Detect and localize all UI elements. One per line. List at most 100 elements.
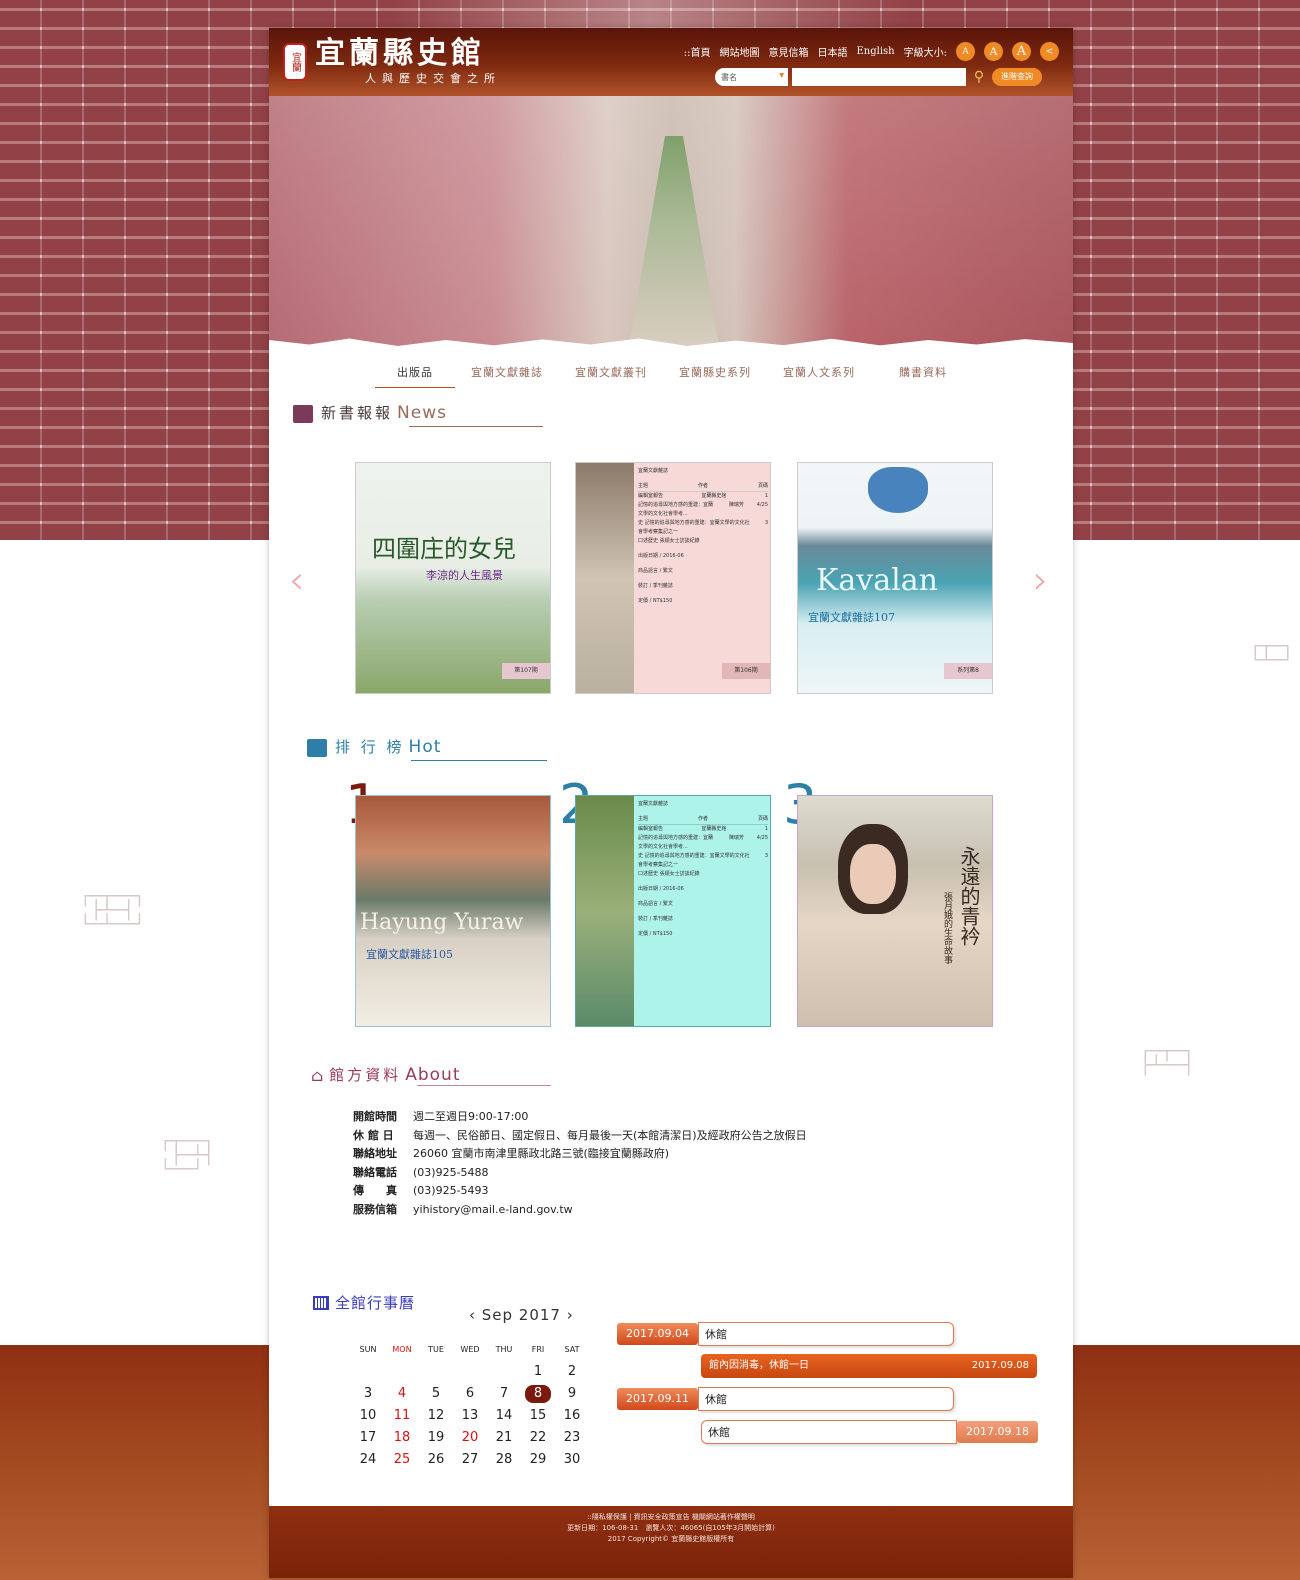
nav-home[interactable]: ::首頁 (684, 44, 711, 59)
book-cover[interactable]: 四圍庄的女兒 李涼的人生風景 第107期 (355, 462, 551, 694)
event-item[interactable]: 休館 2017.09.18 (701, 1420, 1038, 1444)
hot-title-en: Hot (408, 737, 442, 757)
calendar-day[interactable]: 24 (351, 1449, 385, 1471)
nav-japanese[interactable]: 日本語 (818, 44, 848, 59)
footer: ::隱私權保護 | 資訊安全政策宣告 機關網站著作權聲明 更新日期：106-08… (269, 1506, 1073, 1578)
book-detail-card[interactable]: 宜蘭文獻雜誌 主題 作者 頁碼 編輯室報告 宜蘭縣史館 1 記憶的追尋與地方感的重建：宜… (575, 795, 771, 1027)
calendar-day[interactable]: 1 (521, 1361, 555, 1383)
nav-english[interactable]: English (857, 46, 895, 57)
calendar-day[interactable]: 4 (385, 1383, 419, 1405)
tab-purchase[interactable]: 購書資料 (871, 364, 975, 388)
calendar-day[interactable]: 29 (521, 1449, 555, 1471)
book-thumbnail (576, 463, 634, 693)
search-icon[interactable]: ⚲ (970, 68, 988, 86)
detail-page: 4/25 (756, 835, 768, 841)
share-icon[interactable]: < (1040, 42, 1059, 61)
event-date: 2017.09.18 (957, 1421, 1038, 1443)
month-nav[interactable]: ‹ Sep 2017 › (469, 1306, 574, 1324)
calendar-day[interactable]: 13 (453, 1405, 487, 1427)
event-item[interactable]: 2017.09.11 休館 (617, 1387, 954, 1411)
nav-feedback[interactable]: 意見信箱 (769, 44, 809, 59)
detail-lang: 商品語言 / 繁文 (638, 901, 673, 907)
font-large-button[interactable]: A (1012, 42, 1031, 61)
prev-arrow-icon[interactable]: ‹ (289, 558, 304, 602)
calendar-day[interactable]: 14 (487, 1405, 521, 1427)
calendar-day[interactable]: 8 (525, 1385, 551, 1403)
calendar-day[interactable]: 15 (521, 1405, 555, 1427)
calendar-day[interactable]: 30 (555, 1449, 589, 1471)
detail-date: 出版日期 / 2016-06 (638, 553, 684, 559)
email-link[interactable]: yihistory@mail.e-land.gov.tw (413, 1201, 573, 1220)
info-label: 開館時間 (353, 1110, 397, 1123)
tab-series[interactable]: 宜蘭文獻叢刊 (559, 364, 663, 388)
detail-page: 4/25 (756, 502, 768, 508)
calendar-heading: 全館行事曆 (313, 1292, 415, 1313)
calendar-day[interactable]: 22 (521, 1427, 555, 1449)
divider (411, 760, 547, 761)
event-date: 2017.09.11 (617, 1388, 698, 1410)
calendar-empty (351, 1361, 385, 1383)
hero-banner (269, 96, 1073, 346)
event-item[interactable]: 館內因消毒，休館一日 2017.09.08 (701, 1354, 1037, 1378)
calendar-day[interactable]: 16 (555, 1405, 589, 1427)
calendar-day[interactable]: 23 (555, 1427, 589, 1449)
next-arrow-icon[interactable]: › (1033, 558, 1048, 602)
footer-copyright: 2017 Copyright© 宜蘭縣史館版權所有 (607, 1535, 735, 1543)
font-size-label: 字級大小: (903, 48, 947, 59)
calendar-day[interactable]: 10 (351, 1405, 385, 1427)
calendar-day[interactable]: 26 (419, 1449, 453, 1471)
tab-county-history[interactable]: 宜蘭縣史系列 (663, 364, 767, 388)
calendar-day[interactable]: 7 (487, 1383, 521, 1405)
calendar-day[interactable]: 5 (419, 1383, 453, 1405)
issue-tag: 第106期 (722, 663, 770, 679)
portrait-face (850, 844, 896, 904)
news-title-en: News (397, 403, 447, 423)
calendar-day[interactable]: 2 (555, 1361, 589, 1383)
info-label: 聯絡電話 (353, 1165, 397, 1179)
calendar-day[interactable]: 3 (351, 1383, 385, 1405)
nav-sitemap[interactable]: 網站地圖 (720, 44, 760, 59)
calendar-day[interactable]: 6 (453, 1383, 487, 1405)
calendar-day[interactable]: 18 (385, 1427, 419, 1449)
calendar-day[interactable]: 27 (453, 1449, 487, 1471)
footer-links[interactable]: ::隱私權保護 | 資訊安全政策宣告 機關網站著作權聲明 (269, 1512, 1073, 1523)
event-item[interactable]: 2017.09.04 休館 (617, 1322, 954, 1346)
news-heading: 新書報報 News (293, 402, 447, 423)
calendar-day[interactable]: 21 (487, 1427, 521, 1449)
search-type-select[interactable]: 書名 (715, 68, 788, 86)
info-label: 傳 真 (353, 1184, 397, 1197)
book-detail-card[interactable]: 宜蘭文獻雜誌 主題 作者 頁碼 編輯室報告 宜蘭縣史館 1 記憶的追尋與地方感的重建：宜… (575, 462, 771, 694)
seal-icon: 宜蘭 (283, 43, 307, 81)
tab-humanities[interactable]: 宜蘭人文系列 (767, 364, 871, 388)
font-medium-button[interactable]: A (984, 42, 1003, 61)
col-page: 頁碼 (757, 816, 768, 822)
calendar-day[interactable]: 11 (385, 1405, 419, 1427)
home-icon: ⌂ (311, 1066, 324, 1085)
hot-heading: 排 行 榜 Hot (307, 736, 441, 757)
col-page: 頁碼 (757, 483, 768, 489)
book-cover[interactable]: 永遠的青衿 張月娥的生命故事 (797, 795, 993, 1027)
tab-journal[interactable]: 宜蘭文獻雜誌 (455, 364, 559, 388)
detail-row: 編輯室報告 (638, 493, 664, 499)
calendar-empty (453, 1361, 487, 1383)
about-title-en: About (405, 1065, 461, 1085)
book-cover[interactable]: Hayung Yuraw 宜蘭文獻雜誌105 (355, 795, 551, 1027)
font-small-button[interactable]: A (956, 42, 975, 61)
search-input[interactable] (792, 68, 966, 86)
advanced-search-button[interactable]: 進階查詢 (992, 68, 1042, 86)
detail-row: 記憶的追尋與地方感的重建：宜蘭文學的文化社會學考... (638, 502, 714, 517)
tab-publications[interactable]: 出版品 (375, 364, 455, 388)
book-cover[interactable]: Kavalan 宜蘭文獻雜誌107 系列第8 (797, 462, 993, 694)
logo-subtitle: 人與歷史交會之所 (365, 72, 501, 85)
calendar-day[interactable]: 20 (453, 1427, 487, 1449)
calendar-day[interactable]: 9 (555, 1383, 589, 1405)
calendar-day[interactable]: 17 (351, 1427, 385, 1449)
about-title-zh: 館方資料 (329, 1066, 402, 1084)
calendar-day[interactable]: 19 (419, 1427, 453, 1449)
site-logo[interactable]: 宜蘭 宜蘭縣史館 人與歷史交會之所 (283, 38, 501, 86)
calendar-day[interactable]: 28 (487, 1449, 521, 1471)
event-text: 休館 (697, 1387, 954, 1411)
calendar-title: 全館行事曆 (335, 1294, 416, 1312)
calendar-day[interactable]: 25 (385, 1449, 419, 1471)
calendar-day[interactable]: 12 (419, 1405, 453, 1427)
